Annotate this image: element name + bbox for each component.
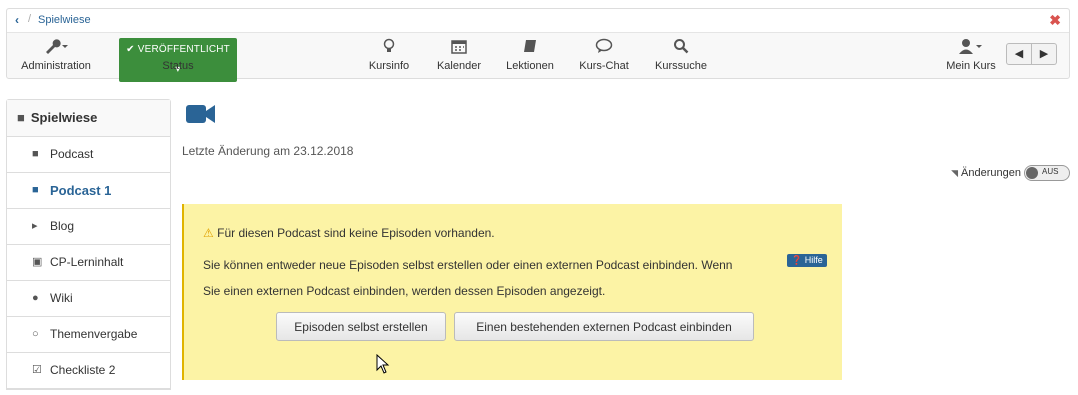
sidebar-item-label: Wiki (50, 291, 73, 305)
kalender-button[interactable]: Kalender (434, 38, 484, 72)
help-button[interactable]: ❓ Hilfe (787, 254, 827, 267)
course-nav-buttons: ◀ ▶ (1006, 43, 1057, 65)
breadcrumb-link[interactable]: Spielwiese (38, 14, 91, 26)
sidebar-item-blog[interactable]: ▸ Blog (7, 209, 170, 245)
video-icon: ■ (32, 184, 39, 196)
warning-icon: ⚠ (203, 226, 214, 240)
sidebar-item-label: Blog (50, 219, 75, 233)
sidebar-item-cp-lerninhalt[interactable]: ▣ CP-Lerninhalt (7, 245, 170, 281)
course-sidebar: ■ Spielwiese ■ Podcast ■ Podcast 1 ▸ Blog ▣ C… (6, 99, 171, 390)
sidebar-item-label: Podcast (50, 147, 94, 161)
status-badge-text: VERÖFFENTLICHT (137, 44, 230, 55)
breadcrumb-separator: / (28, 13, 32, 25)
kurs-chat-label: Kurs-Chat (579, 60, 629, 72)
user-icon (945, 38, 997, 58)
alert-text-line-1: Sie können entweder neue Episoden selbst… (203, 258, 733, 272)
mein-kurs-button[interactable]: Mein Kurs (945, 38, 997, 72)
sidebar-item-checkliste-2[interactable]: ☑ Checkliste 2 (7, 353, 170, 389)
changes-toggle[interactable]: AUS (1024, 165, 1070, 181)
alert-text-line-2: Sie einen externen Podcast einbinden, we… (203, 284, 606, 298)
sidebar-item-podcast[interactable]: ■ Podcast (7, 137, 170, 173)
no-episodes-alert: ⚠ Für diesen Podcast sind keine Episoden… (182, 204, 842, 380)
kurs-chat-button[interactable]: Kurs-Chat (575, 38, 633, 72)
next-button[interactable]: ▶ (1032, 43, 1057, 65)
kurssuche-button[interactable]: Kurssuche (652, 38, 710, 72)
sidebar-item-label: Themenvergabe (50, 327, 138, 341)
sidebar-item-podcast-1[interactable]: ■ Podcast 1 (7, 173, 170, 209)
close-icon[interactable]: ✖ (1049, 12, 1061, 29)
sidebar-item-wiki[interactable]: ● Wiki (7, 281, 170, 317)
globe-icon: ● (32, 292, 39, 304)
breadcrumb: ‹ / Spielwiese ✖ (7, 9, 1069, 33)
last-modified-text: Letzte Änderung am 23.12.2018 (182, 144, 354, 158)
changes-label: Änderungen (961, 167, 1021, 179)
back-icon[interactable]: ‹ (15, 13, 19, 27)
archive-icon: ▣ (32, 256, 43, 268)
toggle-label: AUS (1042, 167, 1059, 176)
cube-icon: ■ (17, 110, 25, 125)
circle-icon: ○ (32, 328, 39, 340)
kursinfo-label: Kursinfo (368, 60, 410, 72)
embed-podcast-button[interactable]: Einen bestehenden externen Podcast einbi… (454, 312, 754, 341)
sidebar-item-themenvergabe[interactable]: ○ Themenvergabe (7, 317, 170, 353)
create-episodes-button[interactable]: Episoden selbst erstellen (276, 312, 446, 341)
mouse-pointer-icon (376, 353, 390, 377)
administration-label: Administration (21, 60, 91, 72)
mein-kurs-label: Mein Kurs (946, 60, 996, 72)
bullhorn-icon: ▸ (32, 220, 38, 232)
administration-button[interactable]: Administration (21, 38, 91, 72)
calendar-icon (434, 38, 484, 58)
sidebar-item-label: CP-Lerninhalt (50, 255, 124, 269)
chevron-right-icon: ▶ (1039, 48, 1049, 60)
alert-title-text: Für diesen Podcast sind keine Episoden v… (217, 226, 495, 240)
changes-toggle-area: ◥ Änderungen AUS (951, 165, 1070, 181)
lektionen-button[interactable]: Lektionen (502, 38, 558, 72)
wrench-icon (21, 38, 91, 58)
help-label: Hilfe (804, 255, 823, 265)
sidebar-item-label: Podcast 1 (50, 183, 112, 198)
kalender-label: Kalender (436, 60, 482, 72)
previous-button[interactable]: ◀ (1006, 43, 1032, 65)
question-icon: ❓ (791, 255, 803, 265)
search-icon (652, 38, 710, 58)
rss-icon: ◥ (951, 167, 959, 178)
kurssuche-label: Kurssuche (655, 60, 707, 72)
status-dropdown[interactable]: ✔ VERÖFFENTLICHT ▾ Status (119, 38, 237, 82)
checkbox-icon: ☑ (32, 364, 42, 376)
sidebar-item-label: Checkliste 2 (50, 363, 116, 377)
kursinfo-button[interactable]: Kursinfo (365, 38, 413, 72)
chevron-left-icon: ◀ (1014, 48, 1024, 60)
video-icon: ■ (32, 148, 39, 160)
course-toolbar: ‹ / Spielwiese ✖ Administration ✔ VERÖFF… (6, 8, 1070, 82)
lektionen-label: Lektionen (506, 60, 554, 72)
alert-title: ⚠ Für diesen Podcast sind keine Episoden… (203, 224, 495, 242)
chat-icon (575, 38, 633, 58)
lightbulb-icon (365, 38, 413, 58)
book-icon (502, 38, 558, 58)
sidebar-root-item[interactable]: ■ Spielwiese (7, 100, 170, 137)
toggle-knob (1026, 167, 1038, 179)
video-camera-icon (186, 103, 216, 128)
sidebar-root-label: Spielwiese (30, 110, 98, 125)
